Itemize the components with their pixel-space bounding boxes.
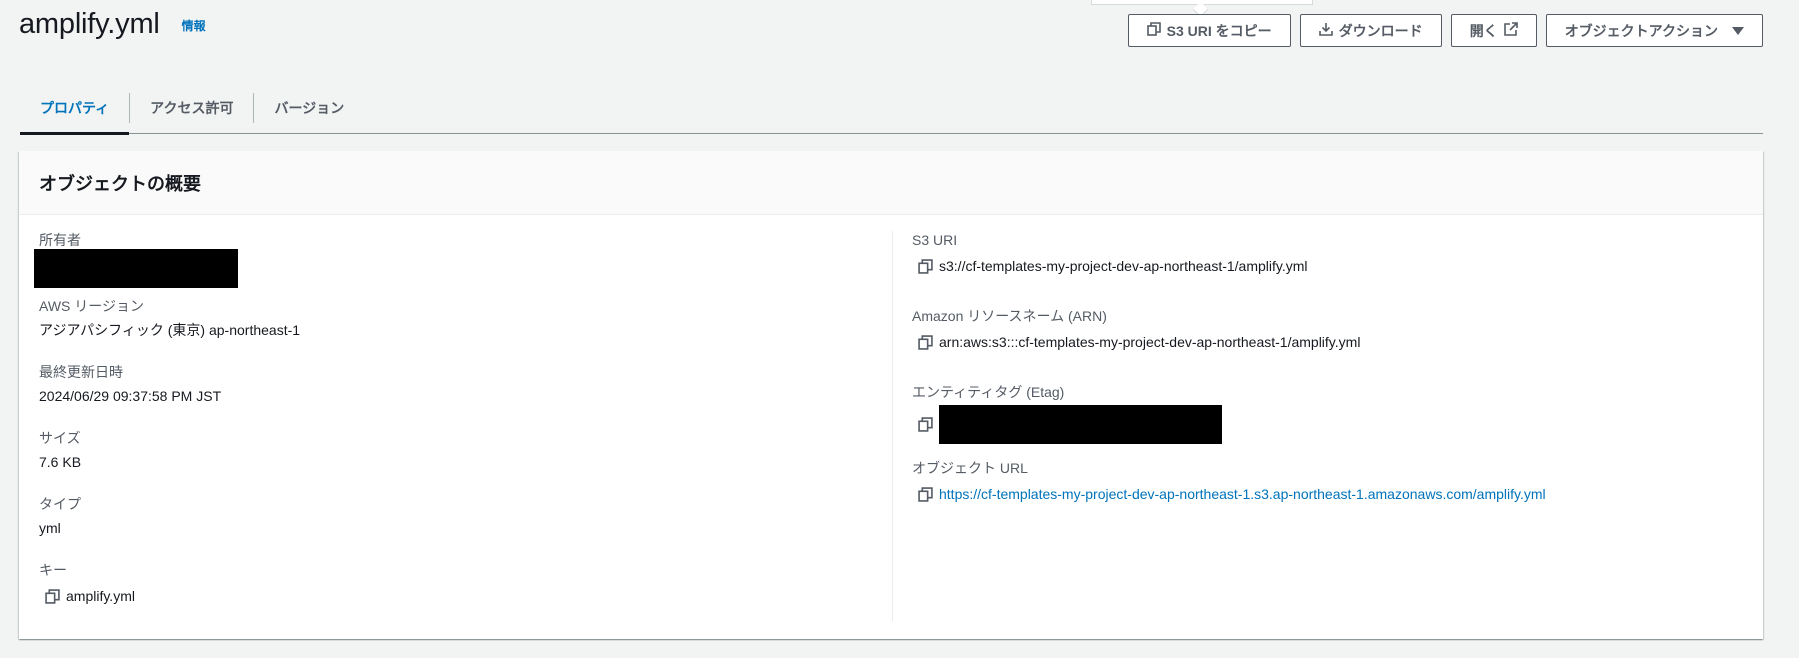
s3-uri-copy-row: s3://cf-templates-my-project-dev-ap-nort… xyxy=(912,257,1308,275)
type-value: yml xyxy=(39,520,61,536)
open-label: 開く xyxy=(1469,22,1498,39)
action-bar: S3 URI をコピー ダウンロード 開く オブジェクトアクション xyxy=(1127,14,1763,47)
panel-header: オブジェクトの概要 xyxy=(19,151,1763,215)
panel-title: オブジェクトの概要 xyxy=(39,173,201,194)
key-label: キー xyxy=(39,562,67,578)
key-field: キー amplify.yml xyxy=(39,561,135,605)
tab-properties[interactable]: プロパティ xyxy=(20,82,130,135)
download-button[interactable]: ダウンロード xyxy=(1299,14,1442,47)
size-value: 7.6 KB xyxy=(39,454,82,470)
key-value: amplify.yml xyxy=(66,588,135,604)
last-modified-value: 2024/06/29 09:37:58 PM JST xyxy=(39,388,222,404)
size-field: サイズ 7.6 KB xyxy=(39,429,81,471)
owner-label: 所有者 xyxy=(39,232,81,248)
external-link-icon xyxy=(1503,22,1518,39)
download-label: ダウンロード xyxy=(1338,22,1423,39)
region-value: アジアパシフィック (東京) ap-northeast-1 xyxy=(39,322,301,338)
info-link[interactable]: 情報 xyxy=(182,17,206,34)
etag-redacted xyxy=(939,405,1222,444)
region-label: AWS リージョン xyxy=(39,298,144,314)
etag-copy-row xyxy=(912,405,1222,444)
etag-field: エンティティタグ (Etag) xyxy=(912,383,1222,444)
arn-field: Amazon リソースネーム (ARN) arn:aws:s3:::cf-tem… xyxy=(912,307,1360,351)
arn-copy-row: arn:aws:s3:::cf-templates-my-project-dev… xyxy=(912,333,1360,351)
object-overview-panel: オブジェクトの概要 所有者 AWS リージョン アジアパシフィック (東京) a… xyxy=(19,151,1763,639)
type-field: タイプ yml xyxy=(39,495,81,537)
size-label: サイズ xyxy=(39,430,81,446)
arn-label: Amazon リソースネーム (ARN) xyxy=(912,308,1107,324)
right-column: S3 URI s3://cf-templates-my-project-dev-… xyxy=(912,215,1743,639)
copy-s3-uri-label: S3 URI をコピー xyxy=(1166,22,1272,39)
copy-icon[interactable] xyxy=(918,417,933,432)
arn-value: arn:aws:s3:::cf-templates-my-project-dev… xyxy=(939,334,1361,350)
copy-icon xyxy=(1146,22,1161,39)
last-modified-field: 最終更新日時 2024/06/29 09:37:58 PM JST xyxy=(39,363,221,405)
s3-uri-label: S3 URI xyxy=(912,232,958,248)
tab-bar: プロパティ アクセス許可 バージョン xyxy=(20,82,1763,135)
object-url-link[interactable]: https://cf-templates-my-project-dev-ap-n… xyxy=(939,485,1546,503)
caret-down-icon xyxy=(1732,23,1744,39)
copy-s3-uri-button[interactable]: S3 URI をコピー xyxy=(1127,14,1291,47)
open-button[interactable]: 開く xyxy=(1450,14,1537,47)
copy-icon[interactable] xyxy=(918,334,933,350)
tab-permissions[interactable]: アクセス許可 xyxy=(130,82,253,134)
type-label: タイプ xyxy=(39,496,81,512)
object-actions-dropdown[interactable]: オブジェクトアクション xyxy=(1545,14,1763,47)
etag-label: エンティティタグ (Etag) xyxy=(912,384,1065,400)
download-icon xyxy=(1318,22,1333,39)
tooltip-arrow xyxy=(1091,0,1313,5)
tab-versions[interactable]: バージョン xyxy=(254,82,364,134)
object-url-label: オブジェクト URL xyxy=(912,460,1028,476)
object-url-copy-row: https://cf-templates-my-project-dev-ap-n… xyxy=(912,485,1546,503)
column-divider xyxy=(892,231,893,621)
last-modified-label: 最終更新日時 xyxy=(39,364,123,380)
copy-icon[interactable] xyxy=(918,258,933,274)
page-title: amplify.yml xyxy=(19,8,160,40)
left-column: 所有者 AWS リージョン アジアパシフィック (東京) ap-northeas… xyxy=(34,215,891,639)
owner-redacted xyxy=(34,249,238,288)
owner-field: 所有者 xyxy=(34,231,238,288)
object-actions-label: オブジェクトアクション xyxy=(1564,22,1718,39)
copy-icon[interactable] xyxy=(45,588,60,604)
s3-uri-field: S3 URI s3://cf-templates-my-project-dev-… xyxy=(912,231,1308,275)
object-url-field: オブジェクト URL https://cf-templates-my-proje… xyxy=(912,459,1546,503)
page-header: amplify.yml 情報 xyxy=(19,8,206,41)
region-field: AWS リージョン アジアパシフィック (東京) ap-northeast-1 xyxy=(39,297,300,339)
key-copy-row: amplify.yml xyxy=(39,587,135,605)
copy-icon[interactable] xyxy=(918,486,933,502)
s3-uri-value: s3://cf-templates-my-project-dev-ap-nort… xyxy=(939,258,1308,274)
